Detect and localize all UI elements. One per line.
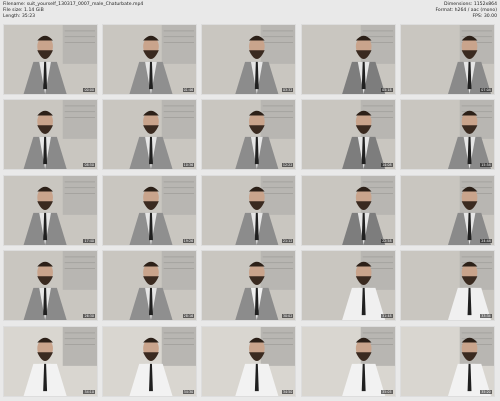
frame-timestamp: 26:30 (83, 314, 95, 319)
video-frame-thumbnail: 14:08 (300, 99, 396, 171)
video-frame-thumbnail: 21:12 (201, 174, 297, 246)
video-frame-thumbnail: 01:46 (102, 24, 198, 95)
video-frame-thumbnail: 07:04 (399, 24, 495, 95)
frame-timestamp: 34:50 (281, 389, 294, 394)
video-frame-thumbnail: 22:58 (300, 174, 396, 246)
video-frame-thumbnail: 34:30 (102, 325, 198, 397)
contact-sheet: Filename: suit_yourself_130317_0007_male… (0, 0, 500, 401)
frame-timestamp: 22:58 (381, 238, 393, 243)
video-frame-thumbnail: 03:32 (201, 24, 297, 95)
file-info-left: Filename: suit_yourself_130317_0007_male… (3, 2, 143, 20)
frame-timestamp: 15:54 (480, 163, 492, 168)
video-frame-thumbnail: 26:30 (3, 250, 98, 322)
frame-timestamp: 05:18 (381, 88, 393, 92)
video-frame-thumbnail: 33:34 (399, 250, 495, 322)
length-text: Length: 35:23 (3, 14, 36, 19)
video-frame-thumbnail: 08:50 (3, 99, 98, 171)
video-frame-thumbnail: 34:50 (201, 325, 297, 397)
video-frame-thumbnail: 15:54 (399, 99, 495, 171)
frame-timestamp: 19:26 (182, 238, 195, 243)
frame-timestamp: 08:50 (83, 163, 95, 168)
video-frame-thumbnail: 05:18 (300, 24, 396, 95)
frame-timestamp: 00:00 (83, 88, 95, 92)
frame-timestamp: 10:36 (182, 163, 195, 168)
video-frame-thumbnail: 10:36 (102, 99, 198, 171)
frame-timestamp: 34:30 (182, 389, 195, 394)
thumbnail-grid: 00:00 01:46 03:32 05:18 07:04 08:50 10:3… (2, 22, 498, 399)
video-frame-thumbnail: 00:00 (3, 24, 98, 95)
frame-timestamp: 28:16 (182, 314, 195, 319)
frame-timestamp: 34:10 (83, 389, 95, 394)
frame-timestamp: 35:05 (381, 389, 393, 394)
frame-timestamp: 24:44 (480, 238, 492, 243)
video-frame-thumbnail: 17:40 (3, 174, 98, 246)
video-frame-thumbnail: 31:48 (300, 250, 396, 322)
fps-text: FPS: 30.00 (472, 14, 498, 19)
frame-timestamp: 31:48 (381, 314, 393, 319)
video-frame-thumbnail: 12:22 (201, 99, 297, 171)
frame-timestamp: 12:22 (281, 163, 294, 168)
frame-timestamp: 33:34 (480, 314, 492, 319)
frame-timestamp: 03:32 (281, 88, 294, 92)
frame-timestamp: 30:02 (281, 314, 294, 319)
frame-timestamp: 14:08 (381, 163, 393, 168)
video-frame-thumbnail: 28:16 (102, 250, 198, 322)
video-frame-thumbnail: 35:05 (300, 325, 396, 397)
video-frame-thumbnail: 19:26 (102, 174, 198, 246)
video-frame-thumbnail: 24:44 (399, 174, 495, 246)
frame-timestamp: 35:20 (480, 389, 492, 394)
frame-timestamp: 01:46 (182, 88, 195, 92)
video-frame-thumbnail: 30:02 (201, 250, 297, 322)
frame-timestamp: 17:40 (83, 238, 95, 243)
frame-timestamp: 21:12 (281, 238, 294, 243)
video-frame-thumbnail: 34:10 (3, 325, 98, 397)
file-info-right: Dimensions: 1152x864 Format: h264 / aac … (435, 2, 497, 20)
sheet-header: Filename: suit_yourself_130317_0007_male… (0, 0, 500, 22)
frame-timestamp: 07:04 (480, 88, 492, 92)
video-frame-thumbnail: 35:20 (399, 325, 495, 397)
